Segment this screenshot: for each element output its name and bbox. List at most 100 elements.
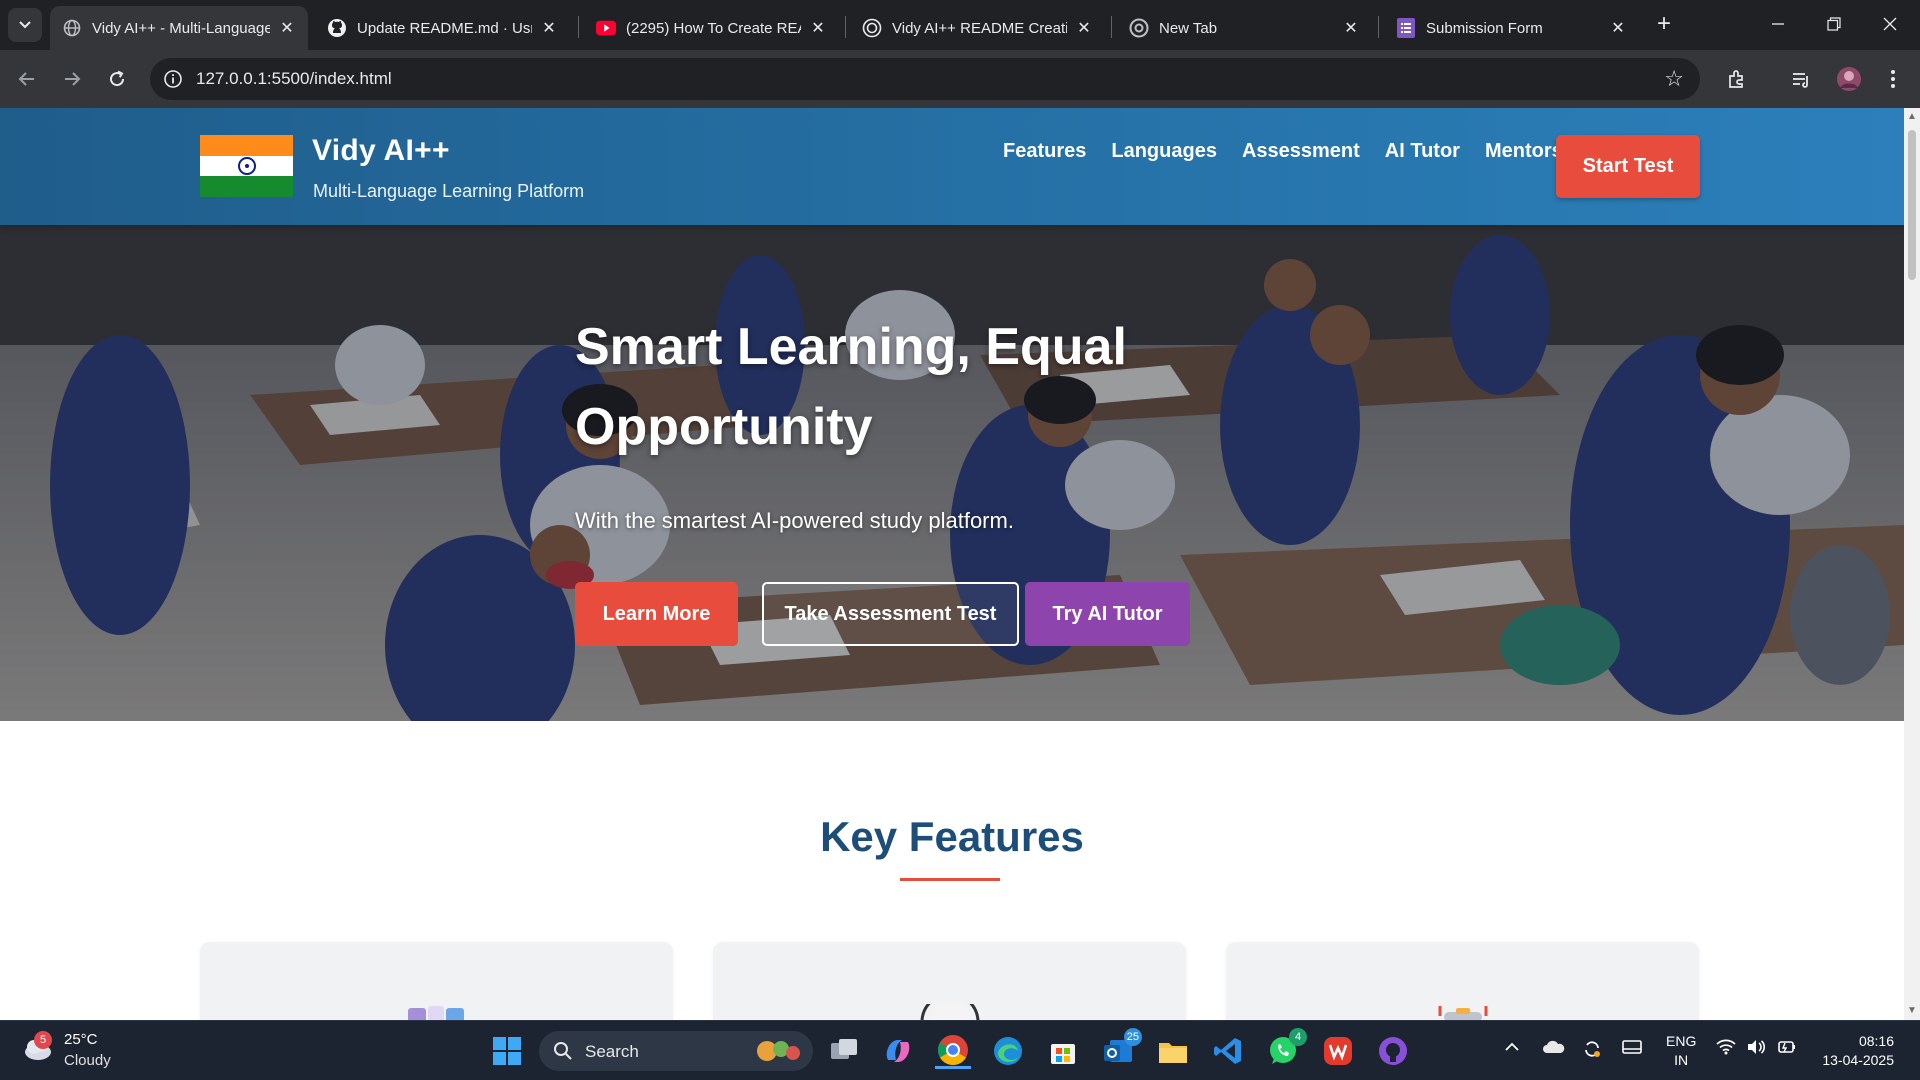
- browser-menu-icon[interactable]: [1878, 64, 1908, 94]
- close-icon[interactable]: ✕: [278, 18, 296, 38]
- brand-tagline: Multi-Language Learning Platform: [313, 181, 585, 201]
- windows-icon: [493, 1037, 521, 1065]
- taskbar-search[interactable]: Search: [539, 1031, 813, 1071]
- address-bar[interactable]: 127.0.0.1:5500/index.html ☆: [150, 58, 1700, 100]
- outlook-icon[interactable]: 25: [1100, 1028, 1142, 1069]
- extensions-icon[interactable]: [1722, 64, 1752, 94]
- wifi-icon[interactable]: [1716, 1039, 1736, 1060]
- reload-button[interactable]: [100, 62, 134, 96]
- take-assessment-button[interactable]: Take Assessment Test: [762, 582, 1019, 646]
- weather-widget[interactable]: 5: [22, 1031, 54, 1063]
- page-scrollbar[interactable]: ▲ ▼: [1904, 108, 1920, 1020]
- volume-icon[interactable]: [1746, 1039, 1766, 1060]
- site-header: Vidy AI++ Multi-Language Learning Platfo…: [0, 108, 1904, 225]
- close-icon[interactable]: ✕: [1342, 18, 1360, 38]
- profile-avatar[interactable]: [1834, 64, 1864, 94]
- scroll-up-icon[interactable]: ▲: [1907, 112, 1917, 122]
- nav-languages[interactable]: Languages: [1111, 140, 1217, 163]
- url-text: 127.0.0.1:5500/index.html: [196, 69, 392, 88]
- books-icon: [408, 1006, 464, 1020]
- microsoft-store-icon[interactable]: [1045, 1033, 1081, 1069]
- taskbar-search-label: Search: [585, 1042, 639, 1061]
- forward-button[interactable]: [55, 62, 89, 96]
- scrollbar-thumb[interactable]: [1908, 130, 1916, 280]
- hero-title: Smart Learning, Equal Opportunity: [575, 318, 1127, 456]
- file-explorer-icon[interactable]: [1155, 1033, 1191, 1069]
- vscode-icon[interactable]: [1210, 1033, 1246, 1069]
- forms-icon: [1396, 18, 1416, 38]
- tab-separator: [578, 16, 579, 38]
- india-flag-logo[interactable]: [200, 135, 293, 197]
- arrow-right-icon: [65, 72, 81, 86]
- new-tab-button[interactable]: +: [1650, 11, 1678, 39]
- learn-more-button[interactable]: Learn More: [575, 582, 738, 646]
- github-desktop-icon[interactable]: [1375, 1033, 1411, 1069]
- nav-ai-tutor[interactable]: AI Tutor: [1385, 140, 1460, 163]
- tab-title: (2295) How To Create REAL: [626, 19, 801, 37]
- tab-new-tab[interactable]: New Tab ✕: [1117, 6, 1372, 50]
- close-icon[interactable]: ✕: [540, 18, 558, 38]
- start-button[interactable]: [489, 1033, 525, 1069]
- minimize-button[interactable]: [1750, 0, 1806, 48]
- whatsapp-badge: 4: [1289, 1028, 1307, 1046]
- feature-card: [200, 942, 673, 1020]
- input-language-line1: ENG: [1666, 1033, 1697, 1049]
- title-underline: [900, 878, 1000, 881]
- tab-youtube[interactable]: (2295) How To Create REAL ✕: [584, 6, 839, 50]
- battery-icon[interactable]: [1776, 1039, 1798, 1060]
- tab-vidy-ai[interactable]: Vidy AI++ - Multi-Language ✕: [50, 6, 308, 50]
- tab-search-button[interactable]: [8, 8, 42, 42]
- back-button[interactable]: [10, 62, 44, 96]
- tab-separator: [1111, 16, 1112, 38]
- tab-submission-form[interactable]: Submission Form ✕: [1384, 6, 1639, 50]
- search-highlight-icon: [757, 1041, 800, 1061]
- feature-card: [713, 942, 1186, 1020]
- site-info-icon[interactable]: [162, 68, 184, 90]
- main-nav: Features Languages Assessment AI Tutor M…: [1003, 140, 1563, 163]
- tab-chatgpt[interactable]: Vidy AI++ README Creatio ✕: [850, 6, 1105, 50]
- feature-card: [1226, 942, 1699, 1020]
- weather-badge: 5: [34, 1031, 52, 1049]
- chevron-down-icon: [19, 21, 31, 29]
- minimize-icon: [1772, 23, 1784, 25]
- reload-icon: [110, 70, 125, 87]
- wps-office-icon[interactable]: [1320, 1033, 1356, 1069]
- sync-icon[interactable]: [1582, 1039, 1602, 1064]
- close-window-button[interactable]: [1862, 0, 1918, 48]
- whatsapp-icon[interactable]: 4: [1265, 1028, 1307, 1069]
- hero-subtitle: With the smartest AI-powered study platf…: [575, 508, 1014, 533]
- nav-mentors[interactable]: Mentors: [1485, 140, 1563, 163]
- hero-section: Smart Learning, Equal Opportunity With t…: [0, 225, 1904, 721]
- copilot-icon[interactable]: [880, 1033, 916, 1069]
- close-icon[interactable]: ✕: [1609, 18, 1627, 38]
- tab-github[interactable]: Update README.md · Usm ✕: [315, 6, 570, 50]
- restore-button[interactable]: [1806, 0, 1862, 48]
- close-icon[interactable]: ✕: [809, 18, 827, 38]
- start-test-button[interactable]: Start Test: [1556, 135, 1700, 198]
- media-controls-icon[interactable]: [1786, 64, 1816, 94]
- nav-assessment[interactable]: Assessment: [1242, 140, 1360, 163]
- brand-name[interactable]: Vidy AI++: [312, 134, 450, 168]
- edge-icon[interactable]: [990, 1033, 1026, 1069]
- try-ai-tutor-button[interactable]: Try AI Tutor: [1025, 582, 1190, 646]
- tab-title: New Tab: [1159, 19, 1218, 37]
- input-language-line2: IN: [1674, 1052, 1689, 1068]
- onedrive-icon[interactable]: [1543, 1039, 1565, 1060]
- tray-overflow-icon[interactable]: [1504, 1039, 1520, 1060]
- tab-title: Vidy AI++ README Creatio: [892, 19, 1067, 37]
- system-clock[interactable]: 08:16 13-04-2025: [1814, 1032, 1894, 1070]
- tab-separator: [1378, 16, 1379, 38]
- globe-icon: [62, 18, 82, 38]
- bookmark-star-icon[interactable]: ☆: [1664, 66, 1684, 92]
- chrome-taskbar-icon[interactable]: [935, 1033, 971, 1069]
- close-icon[interactable]: ✕: [1075, 18, 1093, 38]
- scroll-down-icon[interactable]: ▼: [1907, 1006, 1917, 1016]
- task-view-icon[interactable]: [826, 1033, 862, 1069]
- input-language[interactable]: ENG IN: [1666, 1032, 1696, 1070]
- search-icon: [554, 1042, 572, 1060]
- chrome-icon: [1129, 18, 1149, 38]
- youtube-icon: [596, 18, 616, 38]
- display-icon[interactable]: [1622, 1039, 1642, 1062]
- robot-icon: [1438, 1006, 1488, 1020]
- nav-features[interactable]: Features: [1003, 140, 1086, 163]
